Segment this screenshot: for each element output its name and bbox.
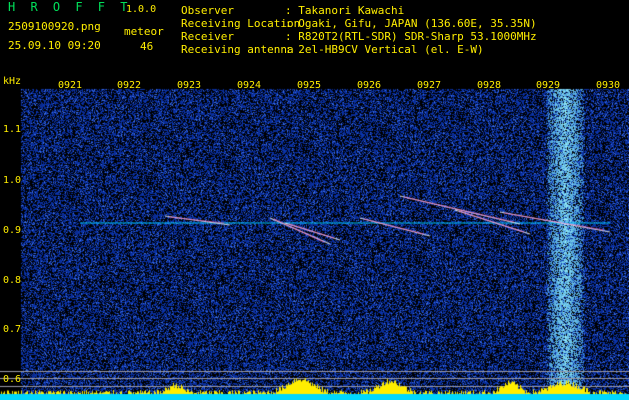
x-tick-label: 0925 bbox=[297, 80, 322, 91]
x-tick-label: 0921 bbox=[58, 80, 83, 91]
x-tick-label: 0926 bbox=[357, 80, 382, 91]
y-tick-label: 0.6 bbox=[3, 374, 22, 385]
spectrogram-canvas bbox=[0, 74, 629, 400]
y-tick-label: 1.0 bbox=[3, 175, 22, 186]
station-info-values: : Takanori Kawachi : Ogaki, Gifu, JAPAN … bbox=[285, 4, 537, 56]
file-name: 2509100920.png bbox=[8, 20, 101, 33]
x-tick-label: 0924 bbox=[237, 80, 262, 91]
x-tick-label: 0923 bbox=[177, 80, 202, 91]
y-tick-label: 0.8 bbox=[3, 275, 22, 286]
station-info-labels: Observer Receiving Location Receiver Rec… bbox=[181, 4, 301, 56]
date-time: 25.09.10 09:20 bbox=[8, 39, 101, 52]
x-tick-label: 0930 bbox=[596, 80, 621, 91]
meteor-count-value: 46 bbox=[140, 40, 154, 53]
y-tick-label: 1.1 bbox=[3, 124, 22, 135]
header-panel: H R O F F T 1.0.0 2509100920.png 25.09.1… bbox=[0, 0, 629, 74]
x-tick-label: 0927 bbox=[417, 80, 442, 91]
app-version: 1.0.0 bbox=[126, 4, 157, 15]
y-tick-label: 0.9 bbox=[3, 225, 22, 236]
app-title: H R O F F T bbox=[8, 0, 132, 14]
x-tick-label: 0929 bbox=[536, 80, 561, 91]
x-tick-label: 0922 bbox=[117, 80, 142, 91]
x-tick-label: 0928 bbox=[477, 80, 502, 91]
y-axis-unit: kHz bbox=[3, 76, 22, 87]
meteor-count-label: meteor bbox=[124, 25, 164, 38]
y-tick-label: 0.7 bbox=[3, 324, 22, 335]
